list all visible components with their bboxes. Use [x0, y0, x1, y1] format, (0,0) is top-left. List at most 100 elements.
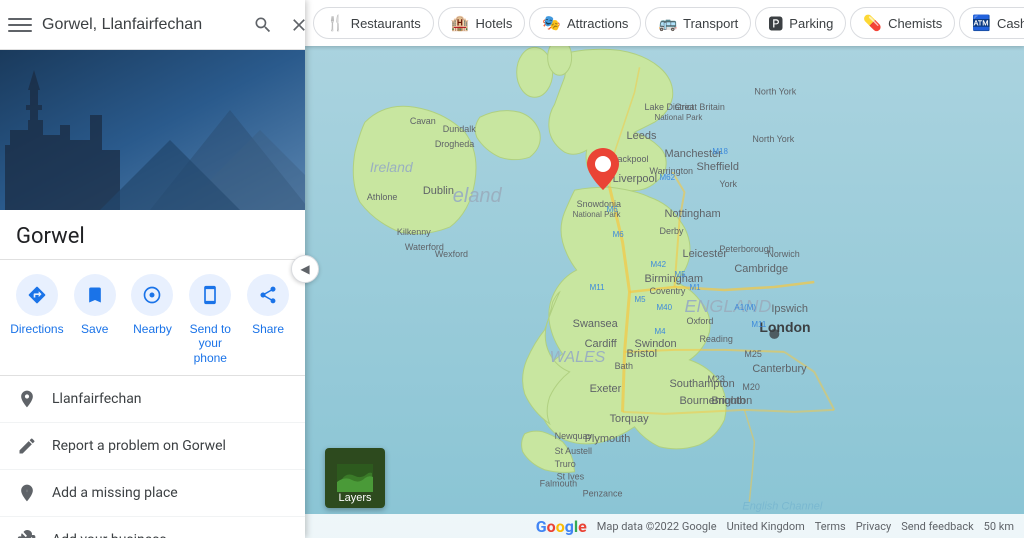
nearby-label: Nearby — [133, 322, 172, 336]
attribution-terms[interactable]: Terms — [815, 520, 846, 533]
map-copyright: Map data ©2022 Google — [597, 520, 717, 533]
svg-text:English Channel: English Channel — [742, 501, 822, 513]
sidebar: Gorwel Directions Save Nearby — [0, 0, 305, 538]
nearby-button[interactable]: Nearby — [124, 274, 182, 365]
attribution-region[interactable]: United Kingdom — [727, 520, 805, 533]
clear-icon-btn[interactable] — [285, 11, 313, 39]
directions-button[interactable]: Directions — [8, 274, 66, 365]
svg-text:London: London — [759, 319, 810, 335]
action-buttons: Directions Save Nearby Send to your phon… — [0, 260, 305, 376]
nav-chip-parking-label: Parking — [789, 16, 833, 31]
svg-text:Peterborough: Peterborough — [719, 244, 773, 254]
map-area[interactable]: 🍴 Restaurants 🏨 Hotels 🎭 Attractions 🚌 T… — [305, 0, 1024, 538]
svg-text:St Austell: St Austell — [555, 446, 592, 456]
svg-text:M11: M11 — [751, 320, 766, 329]
svg-text:York: York — [719, 179, 737, 189]
nav-chip-transport[interactable]: 🚌 Transport — [645, 7, 751, 39]
svg-text:Dublin: Dublin — [423, 185, 454, 197]
svg-text:Exeter: Exeter — [590, 383, 622, 395]
attractions-icon: 🎭 — [542, 14, 561, 32]
svg-text:Southampton: Southampton — [669, 378, 734, 390]
google-logo: Google — [536, 517, 587, 536]
svg-text:Leeds: Leeds — [627, 130, 657, 142]
nav-chip-transport-label: Transport — [683, 16, 738, 31]
nav-chip-restaurants-label: Restaurants — [351, 16, 421, 31]
svg-text:Bournemouth: Bournemouth — [679, 395, 745, 407]
menu-label-location: Llanfairfechan — [52, 391, 142, 407]
nav-chip-hotels[interactable]: 🏨 Hotels — [438, 7, 526, 39]
nav-chip-parking[interactable]: 🅿 Parking — [755, 7, 846, 39]
map-pin[interactable] — [587, 148, 619, 194]
svg-text:Cambridge: Cambridge — [734, 263, 788, 275]
menu-item-report[interactable]: Report a problem on Gorwel — [0, 423, 305, 470]
svg-text:Derby: Derby — [660, 226, 684, 236]
svg-text:M6: M6 — [607, 205, 619, 214]
svg-text:M40: M40 — [657, 303, 673, 312]
svg-text:Ireland: Ireland — [370, 159, 414, 175]
search-input[interactable] — [42, 16, 249, 34]
svg-text:National Park: National Park — [655, 113, 703, 122]
search-icon-btn[interactable] — [249, 11, 277, 39]
svg-text:Penzance: Penzance — [583, 489, 623, 499]
hero-image — [0, 50, 305, 210]
nav-chip-restaurants[interactable]: 🍴 Restaurants — [313, 7, 434, 39]
search-bar — [0, 0, 305, 50]
svg-text:M18: M18 — [712, 147, 728, 156]
menu-label-add-place: Add a missing place — [52, 485, 178, 501]
add-place-icon — [16, 482, 38, 504]
svg-text:St Ives: St Ives — [557, 472, 585, 482]
menu-item-add-place[interactable]: Add a missing place — [0, 470, 305, 517]
layers-label: Layers — [338, 492, 371, 504]
transport-icon: 🚌 — [658, 14, 677, 32]
edit-icon — [16, 435, 38, 457]
svg-text:Oxford: Oxford — [686, 316, 713, 326]
directions-label: Directions — [10, 322, 63, 336]
business-icon — [16, 529, 38, 538]
svg-text:Canterbury: Canterbury — [752, 363, 807, 375]
svg-text:Wexford: Wexford — [435, 249, 468, 259]
svg-text:North York: North York — [752, 134, 794, 144]
svg-text:Nottingham: Nottingham — [665, 208, 721, 220]
place-name-section: Gorwel — [0, 210, 305, 260]
svg-text:Newquay: Newquay — [555, 431, 593, 441]
nav-chip-cashpoints[interactable]: 🏧 Cashpoints — [959, 7, 1024, 39]
svg-text:M5: M5 — [635, 295, 647, 304]
svg-text:Great Britain: Great Britain — [674, 102, 724, 112]
svg-text:M62: M62 — [660, 173, 676, 182]
svg-text:M4: M4 — [655, 327, 667, 336]
map-attribution: Google Map data ©2022 Google United King… — [305, 514, 1024, 538]
map-scale: 50 km — [984, 520, 1014, 533]
svg-text:M25: M25 — [744, 349, 761, 359]
svg-text:M5: M5 — [674, 270, 686, 279]
svg-text:Liverpool: Liverpool — [613, 173, 658, 185]
svg-text:Drogheda: Drogheda — [435, 139, 474, 149]
layers-button[interactable]: Layers — [325, 448, 385, 508]
share-label: Share — [252, 322, 284, 336]
svg-text:M11: M11 — [590, 283, 605, 292]
nav-chip-attractions[interactable]: 🎭 Attractions — [529, 7, 641, 39]
svg-text:Swansea: Swansea — [573, 318, 619, 330]
svg-text:WALES: WALES — [550, 349, 606, 366]
save-button[interactable]: Save — [66, 274, 124, 365]
hamburger-menu[interactable] — [8, 13, 32, 37]
nav-chip-chemists-label: Chemists — [888, 16, 942, 31]
place-name: Gorwel — [16, 224, 289, 249]
collapse-sidebar-button[interactable]: ◀ — [291, 255, 319, 283]
menu-items: Llanfairfechan Report a problem on Gorwe… — [0, 376, 305, 538]
svg-text:Cavan: Cavan — [410, 116, 436, 126]
menu-item-add-business[interactable]: Add your business — [0, 517, 305, 538]
share-button[interactable]: Share — [239, 274, 297, 365]
svg-text:Kilkenny: Kilkenny — [397, 227, 431, 237]
nav-chip-chemists[interactable]: 💊 Chemists — [850, 7, 955, 39]
svg-text:Ipswich: Ipswich — [771, 303, 808, 315]
send-to-phone-button[interactable]: Send to your phone — [181, 274, 239, 365]
svg-text:ENGLAND: ENGLAND — [684, 296, 771, 316]
svg-text:North York: North York — [754, 86, 796, 96]
svg-text:Torquay: Torquay — [610, 413, 650, 425]
svg-text:Dundalk: Dundalk — [443, 124, 476, 134]
menu-item-location[interactable]: Llanfairfechan — [0, 376, 305, 423]
svg-text:eland: eland — [453, 185, 503, 207]
attribution-privacy[interactable]: Privacy — [856, 520, 892, 533]
attribution-feedback[interactable]: Send feedback — [901, 520, 973, 533]
menu-label-add-business: Add your business — [52, 532, 167, 538]
